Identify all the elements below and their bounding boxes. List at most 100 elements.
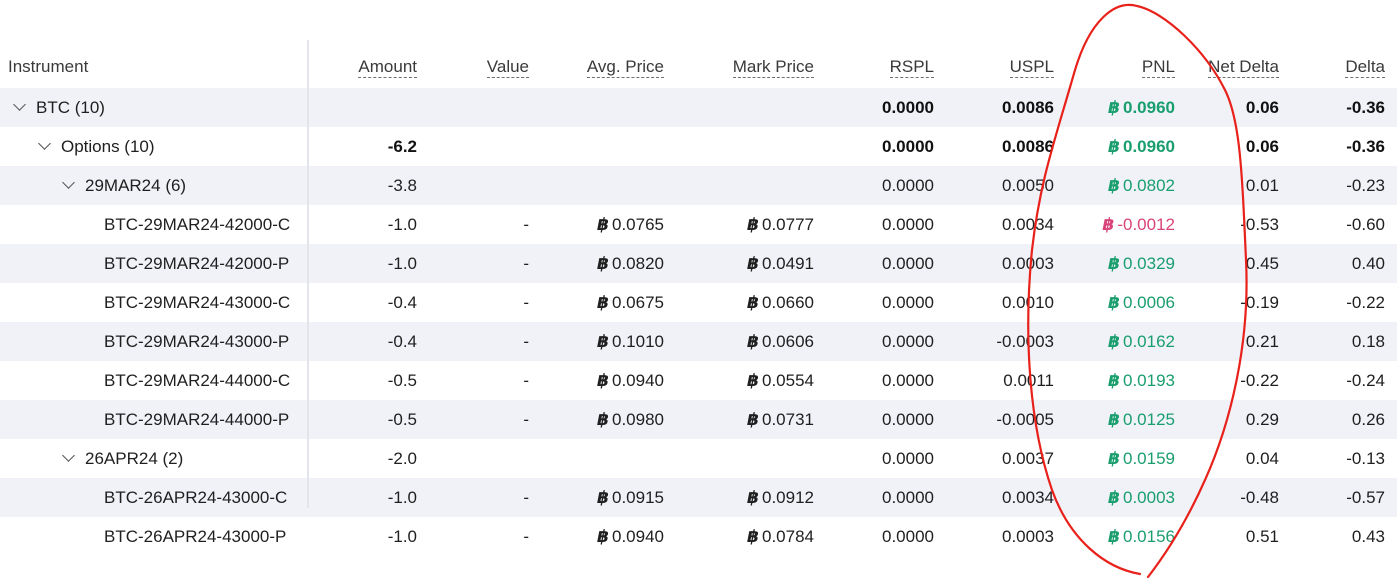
- pnl-cell: ฿ 0.0960: [1070, 127, 1175, 166]
- table-row[interactable]: BTC-29MAR24-43000-P -0.4- ฿ 0.1010 ฿ 0.0606 0.…: [0, 322, 1397, 361]
- rspl-cell: 0.0000: [830, 166, 934, 205]
- mark-price-cell: [690, 88, 814, 127]
- amount-cell-value: -0.4: [387, 332, 417, 351]
- header-uspl[interactable]: USPL: [950, 48, 1054, 87]
- header-instrument[interactable]: Instrument: [8, 48, 88, 87]
- header-mark-price[interactable]: Mark Price: [690, 48, 814, 87]
- rspl-cell: 0.0000: [830, 322, 934, 361]
- table-row[interactable]: BTC-26APR24-43000-P -1.0- ฿ 0.0940 ฿ 0.0784 0.…: [0, 517, 1397, 556]
- avg-price-cell: ฿ 0.0820: [545, 244, 664, 283]
- chevron-down-icon[interactable]: [38, 137, 51, 150]
- delta-cell-value: -0.22: [1346, 293, 1385, 312]
- bitcoin-icon: ฿: [1108, 254, 1120, 273]
- rspl-cell: 0.0000: [830, 283, 934, 322]
- amount-cell: -1.0: [318, 205, 417, 244]
- instrument-cell[interactable]: 26APR24 (2): [62, 439, 183, 478]
- bitcoin-icon: ฿: [597, 488, 609, 507]
- value-cell-value: -: [523, 254, 529, 273]
- bitcoin-icon: ฿: [1108, 137, 1120, 156]
- group-row[interactable]: 29MAR24 (6) -3.8 0.0000 0.0050 ฿ 0.0802 0.01 -0…: [0, 166, 1397, 205]
- bitcoin-icon: ฿: [1108, 410, 1120, 429]
- value-cell: -: [430, 322, 529, 361]
- net-delta-cell: 0.45: [1180, 244, 1279, 283]
- value-cell: [430, 439, 529, 478]
- header-net-delta[interactable]: Net Delta: [1180, 48, 1279, 87]
- table-row[interactable]: BTC-29MAR24-42000-C -1.0- ฿ 0.0765 ฿ 0.0777 0.…: [0, 205, 1397, 244]
- header-avg-price[interactable]: Avg. Price: [545, 48, 664, 87]
- mark-price-cell-value: 0.0777: [762, 215, 814, 234]
- amount-cell-value: -2.0: [387, 449, 417, 468]
- avg-price-cell-value: 0.0765: [612, 215, 664, 234]
- pnl-cell-value: 0.0329: [1123, 254, 1175, 273]
- delta-cell-value: -0.57: [1346, 488, 1385, 507]
- uspl-cell-value: 0.0010: [1002, 293, 1054, 312]
- rspl-cell-value: 0.0000: [882, 449, 934, 468]
- table-row[interactable]: BTC-29MAR24-44000-C -0.5- ฿ 0.0940 ฿ 0.0554 0.…: [0, 361, 1397, 400]
- delta-cell-value: 0.18: [1351, 332, 1385, 351]
- rspl-cell-value: 0.0000: [882, 137, 934, 156]
- bitcoin-icon: ฿: [747, 293, 759, 312]
- table-row[interactable]: BTC-29MAR24-44000-P -0.5- ฿ 0.0980 ฿ 0.0731 0.…: [0, 400, 1397, 439]
- header-pnl[interactable]: PNL: [1070, 48, 1175, 87]
- bitcoin-icon: ฿: [1108, 293, 1120, 312]
- instrument-cell[interactable]: 29MAR24 (6): [62, 166, 187, 205]
- value-cell-value: -: [523, 215, 529, 234]
- mark-price-cell: ฿ 0.0784: [690, 517, 814, 556]
- chevron-down-icon[interactable]: [13, 98, 26, 111]
- value-cell: -: [430, 478, 529, 517]
- chevron-down-icon[interactable]: [62, 176, 75, 189]
- rspl-cell-value: 0.0000: [882, 332, 934, 351]
- net-delta-cell: 0.01: [1180, 166, 1279, 205]
- uspl-cell-value: 0.0034: [1002, 215, 1054, 234]
- instrument-label: BTC-26APR24-43000-P: [104, 527, 287, 546]
- pnl-cell: ฿ -0.0012: [1070, 205, 1175, 244]
- value-cell: -: [430, 244, 529, 283]
- group-row[interactable]: Options (10) -6.2 0.0000 0.0086 ฿ 0.0960 0.06 -…: [0, 127, 1397, 166]
- value-cell-value: -: [523, 293, 529, 312]
- group-row[interactable]: BTC (10) 0.0000 0.0086 ฿ 0.0960 0.06 -0.36: [0, 88, 1397, 127]
- header-value[interactable]: Value: [430, 48, 529, 87]
- mark-price-cell: [690, 127, 814, 166]
- group-row[interactable]: 26APR24 (2) -2.0 0.0000 0.0037 ฿ 0.0159 0.04 -0…: [0, 439, 1397, 478]
- chevron-down-icon[interactable]: [62, 449, 75, 462]
- net-delta-cell: 0.21: [1180, 322, 1279, 361]
- mark-price-cell-value: 0.0784: [762, 527, 814, 546]
- table-row[interactable]: BTC-29MAR24-43000-C -0.4- ฿ 0.0675 ฿ 0.0660 0.…: [0, 283, 1397, 322]
- instrument-cell[interactable]: Options (10): [38, 127, 155, 166]
- pnl-cell: ฿ 0.0960: [1070, 88, 1175, 127]
- bitcoin-icon: ฿: [747, 410, 759, 429]
- table-row[interactable]: BTC-26APR24-43000-C -1.0- ฿ 0.0915 ฿ 0.0912 0.…: [0, 478, 1397, 517]
- instrument-cell: BTC-29MAR24-44000-C: [104, 361, 290, 400]
- header-amount[interactable]: Amount: [318, 48, 417, 87]
- mark-price-cell: [690, 166, 814, 205]
- amount-cell: -0.5: [318, 361, 417, 400]
- uspl-cell: -0.0003: [950, 322, 1054, 361]
- delta-cell: -0.22: [1290, 283, 1385, 322]
- uspl-cell-value: 0.0011: [1003, 371, 1054, 390]
- pnl-cell-value: 0.0006: [1123, 293, 1175, 312]
- pnl-cell: ฿ 0.0003: [1070, 478, 1175, 517]
- instrument-label: Options (10): [61, 137, 155, 156]
- uspl-cell-value: 0.0034: [1002, 488, 1054, 507]
- value-cell-value: -: [523, 371, 529, 390]
- table-row[interactable]: BTC-29MAR24-42000-P -1.0- ฿ 0.0820 ฿ 0.0491 0.…: [0, 244, 1397, 283]
- amount-cell-value: -0.5: [387, 371, 417, 390]
- value-cell: -: [430, 361, 529, 400]
- pnl-cell: ฿ 0.0162: [1070, 322, 1175, 361]
- delta-cell: 0.43: [1290, 517, 1385, 556]
- delta-cell: -0.13: [1290, 439, 1385, 478]
- bitcoin-icon: ฿: [597, 254, 609, 273]
- amount-cell-value: -0.5: [387, 410, 417, 429]
- instrument-cell[interactable]: BTC (10): [13, 88, 105, 127]
- mark-price-cell: ฿ 0.0554: [690, 361, 814, 400]
- header-delta[interactable]: Delta: [1290, 48, 1385, 87]
- delta-cell: -0.36: [1290, 127, 1385, 166]
- header-rspl[interactable]: RSPL: [830, 48, 934, 87]
- net-delta-cell: -0.53: [1180, 205, 1279, 244]
- uspl-cell: 0.0050: [950, 166, 1054, 205]
- table-header: Instrument Amount Value Avg. Price Mark …: [0, 48, 1397, 87]
- instrument-label: BTC (10): [36, 98, 105, 117]
- bitcoin-icon: ฿: [597, 527, 609, 546]
- instrument-label: 29MAR24 (6): [85, 176, 187, 195]
- uspl-cell: 0.0003: [950, 244, 1054, 283]
